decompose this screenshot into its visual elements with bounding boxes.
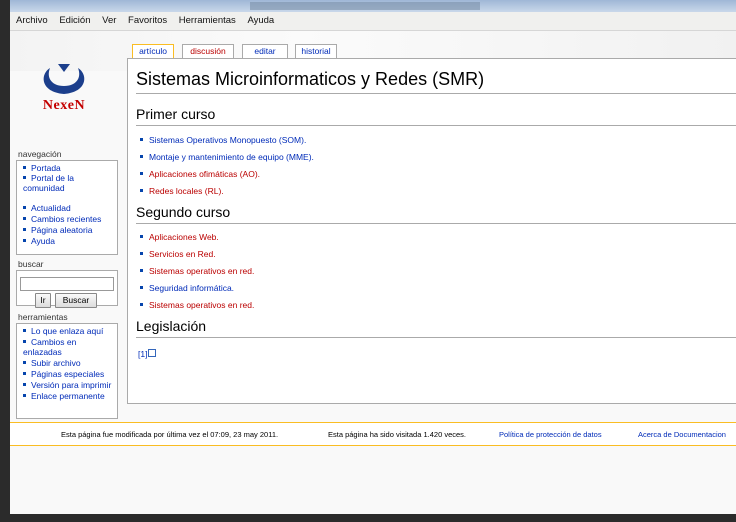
list-item: Montaje y mantenimiento de equipo (MME). [140,152,314,162]
menu-ver[interactable]: Ver [102,12,116,30]
list-item: Sistemas operativos en red. [140,300,254,310]
article-link[interactable]: Seguridad informática. [149,283,234,293]
search-heading: buscar [18,259,44,269]
menu-edicion[interactable]: Edición [59,12,90,30]
menu-archivo[interactable]: Archivo [16,12,48,30]
logo-text: NexeN [42,98,86,113]
sidebar-item-portal[interactable]: Portal de la comunidad [23,173,93,193]
tab-articulo[interactable]: artículo [132,44,174,59]
menu-favoritos[interactable]: Favoritos [128,12,167,30]
logo-emblem-icon [43,64,85,94]
list-item: Aplicaciones ofimáticas (AO). [140,169,260,179]
article-link-new[interactable]: Sistemas operativos en red. [149,300,254,310]
browser-title-bar [0,0,736,12]
external-link-icon [148,349,157,357]
article-link-new[interactable]: Aplicaciones Web. [149,232,219,242]
section-heading-segundo-curso: Segundo curso [136,204,231,220]
wiki-page: NexeN artículo discusión editar historia… [10,31,736,514]
sidebar-item-permanente[interactable]: Enlace permanente [23,391,117,401]
nav-heading: navegación [18,149,62,159]
section-heading-legislacion: Legislación [136,318,207,334]
menu-herramientas[interactable]: Herramientas [179,12,236,30]
nav-portlet: Portada Portal de la comunidad Actualida… [16,160,118,255]
sidebar-item-especiales[interactable]: Páginas especiales [23,369,117,379]
sidebar-item-imprimir[interactable]: Versión para imprimir [23,380,117,390]
sidebar-item-actualidad[interactable]: Actualidad [23,203,117,213]
tab-editar[interactable]: editar [242,44,288,58]
article-link[interactable]: Sistemas Operativos Monopuesto (SOM). [149,135,306,145]
article-link-new[interactable]: Redes locales (RL). [149,186,224,196]
site-logo[interactable]: NexeN [30,62,98,118]
article-link[interactable]: Montaje y mantenimiento de equipo (MME). [149,152,314,162]
page-title: Sistemas Microinformaticos y Redes (SMR) [136,69,485,89]
article-link-new[interactable]: Servicios en Red. [149,249,216,259]
menu-ayuda[interactable]: Ayuda [247,12,274,30]
go-button[interactable]: Ir [35,293,51,308]
window-frame-bottom [0,514,736,522]
sidebar-item-portada[interactable]: Portada [23,163,117,173]
sidebar-item-enlaza[interactable]: Lo que enlaza aquí [23,326,117,336]
external-link[interactable]: [1] [138,349,157,359]
sidebar-item-subir[interactable]: Subir archivo [23,358,117,368]
tab-historial[interactable]: historial [295,44,337,58]
list-item: Seguridad informática. [140,283,234,293]
footer-privacy-link[interactable]: Política de protección de datos [499,430,602,439]
search-portlet: Ir Buscar [16,270,118,308]
sidebar-item-cambios[interactable]: Cambios recientes [23,214,117,224]
sidebar-item-cambios-enlazadas[interactable]: Cambios en enlazadas [23,337,87,357]
footer-about-link[interactable]: Acerca de Documentacion [638,430,726,439]
tab-discusion[interactable]: discusión [182,44,234,58]
article-link-new[interactable]: Aplicaciones ofimáticas (AO). [149,169,260,179]
footer-viewcount: Esta página ha sido visitada 1.420 veces… [328,430,467,439]
list-item: Sistemas Operativos Monopuesto (SOM). [140,135,306,145]
tools-portlet: Lo que enlaza aquí Cambios en enlazadas … [16,323,118,419]
search-button[interactable]: Buscar [55,293,97,308]
article-content: Sistemas Microinformaticos y Redes (SMR)… [127,58,736,404]
search-input[interactable] [20,277,114,291]
article-link-new[interactable]: Sistemas operativos en red. [149,266,254,276]
tools-heading: herramientas [18,312,68,322]
page-footer: Esta página fue modificada por última ve… [10,422,736,446]
window-frame-left [0,0,10,522]
list-item: Servicios en Red. [140,249,216,259]
list-item: Aplicaciones Web. [140,232,219,242]
sidebar-item-ayuda[interactable]: Ayuda [23,236,117,246]
menu-bar: Archivo Edición Ver Favoritos Herramient… [10,12,736,31]
sidebar-item-aleatoria[interactable]: Página aleatoria [23,225,117,235]
footer-lastmod: Esta página fue modificada por última ve… [61,430,279,439]
list-item: Redes locales (RL). [140,186,224,196]
section-heading-primer-curso: Primer curso [136,106,216,122]
list-item: Sistemas operativos en red. [140,266,254,276]
